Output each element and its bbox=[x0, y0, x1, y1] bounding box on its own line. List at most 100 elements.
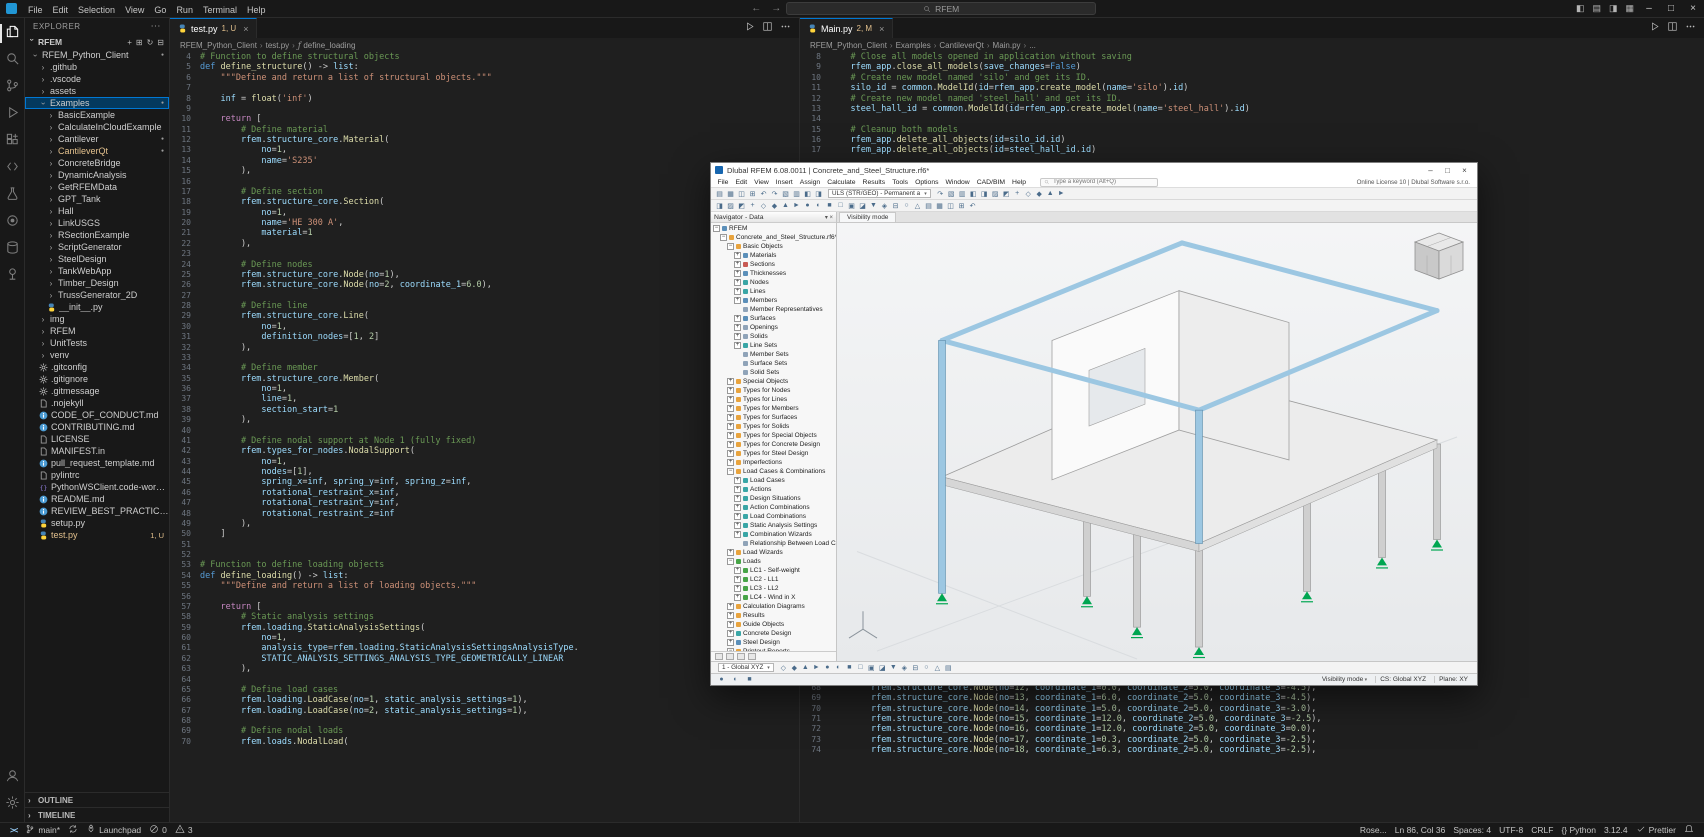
expand-icon[interactable]: + bbox=[727, 387, 734, 394]
zoom-all-icon[interactable]: ○ bbox=[921, 663, 932, 673]
customize-layout-icon[interactable] bbox=[1622, 3, 1639, 14]
rfem-keyword-search[interactable] bbox=[1040, 178, 1158, 187]
redo-icon[interactable]: ↷ bbox=[769, 189, 780, 199]
explorer-item-rfem-python-client[interactable]: RFEM_Python_Client● bbox=[25, 49, 169, 61]
ellipsis-icon[interactable] bbox=[780, 19, 791, 37]
snap-icon[interactable]: ◇ bbox=[778, 663, 789, 673]
rfem-search-input[interactable] bbox=[1051, 178, 1153, 186]
rfem-menu-view[interactable]: View bbox=[751, 179, 773, 186]
expand-icon[interactable]: + bbox=[727, 621, 734, 628]
solver-icon[interactable]: ◐ bbox=[730, 675, 741, 685]
expand-icon[interactable]: + bbox=[727, 441, 734, 448]
nav-item-combination-wizards[interactable]: +Combination Wizards bbox=[711, 530, 836, 539]
workspace-section-header[interactable]: RFEM bbox=[25, 35, 169, 49]
nav-item-types-for-lines[interactable]: +Types for Lines bbox=[711, 395, 836, 404]
program-settings-icon[interactable]: ► bbox=[1056, 189, 1067, 199]
new-material-icon[interactable]: ◈ bbox=[879, 201, 890, 211]
nav-item-surfaces[interactable]: +Surfaces bbox=[711, 314, 836, 323]
expand-icon[interactable]: + bbox=[734, 333, 741, 340]
grid-icon[interactable]: ◆ bbox=[789, 663, 800, 673]
nav-item-line-sets[interactable]: +Line Sets bbox=[711, 341, 836, 350]
expand-icon[interactable]: + bbox=[727, 405, 734, 412]
nav-item-loads[interactable]: −Loads bbox=[711, 557, 836, 566]
expand-icon[interactable]: + bbox=[727, 396, 734, 403]
measure-icon[interactable]: △ bbox=[912, 201, 923, 211]
breadcrumb-item[interactable]: RFEM_Python_Client bbox=[810, 41, 887, 50]
nav-item-nodes[interactable]: +Nodes bbox=[711, 278, 836, 287]
expand-icon[interactable]: + bbox=[727, 432, 734, 439]
explorer-item-test-py[interactable]: test.py1, U bbox=[25, 529, 169, 541]
status-sync[interactable] bbox=[64, 824, 82, 836]
explorer-item-scriptgenerator[interactable]: ScriptGenerator bbox=[25, 241, 169, 253]
explorer-item-pull-request-template-md[interactable]: pull_request_template.md bbox=[25, 457, 169, 469]
expand-icon[interactable]: + bbox=[727, 630, 734, 637]
user-coordinate-system-icon[interactable]: ▤ bbox=[923, 201, 934, 211]
data-navigator-icon[interactable]: ▧ bbox=[780, 189, 791, 199]
nav-item-basic-objects[interactable]: −Basic Objects bbox=[711, 242, 836, 251]
nav-item-lc4-wind-in-x[interactable]: +LC4 - Wind in X bbox=[711, 593, 836, 602]
work-plane-icon[interactable]: ▦ bbox=[934, 201, 945, 211]
display-properties-icon[interactable]: ◧ bbox=[802, 189, 813, 199]
navigation-cube[interactable] bbox=[1411, 231, 1467, 283]
activity-run-debug[interactable] bbox=[0, 101, 25, 128]
visibility-mode-tab[interactable]: Visibility mode bbox=[839, 212, 896, 222]
rfem-menu-options[interactable]: Options bbox=[912, 179, 942, 186]
design-situation-combo[interactable]: ULS (STR/GEO) - Permanent a bbox=[828, 189, 931, 198]
command-center-search[interactable]: RFEM bbox=[786, 2, 1096, 15]
expand-icon[interactable]: + bbox=[734, 477, 741, 484]
navigate-back-icon[interactable] bbox=[746, 3, 766, 14]
work-plane-xz-icon[interactable]: ■ bbox=[844, 663, 855, 673]
menu-terminal[interactable]: Terminal bbox=[198, 5, 242, 15]
explorer-item-venv[interactable]: venv bbox=[25, 349, 169, 361]
activity-account[interactable] bbox=[0, 764, 25, 791]
expand-icon[interactable]: + bbox=[734, 594, 741, 601]
expand-icon[interactable]: + bbox=[727, 414, 734, 421]
rfem-menu-cad-bim[interactable]: CAD/BIM bbox=[973, 179, 1008, 186]
rfem-menu-file[interactable]: File bbox=[714, 179, 732, 186]
new-surface-load-icon[interactable]: ▣ bbox=[846, 201, 857, 211]
breadcrumb-item[interactable]: Examples bbox=[896, 41, 931, 50]
explorer-item-trussgenerator-2d[interactable]: TrussGenerator_2D bbox=[25, 289, 169, 301]
object-snap-toggle-icon[interactable]: ● bbox=[822, 663, 833, 673]
activity-database[interactable] bbox=[0, 236, 25, 263]
expand-icon[interactable]: + bbox=[734, 486, 741, 493]
visibility-settings-icon[interactable]: ⊞ bbox=[956, 201, 967, 211]
menu-edit[interactable]: Edit bbox=[48, 5, 74, 15]
isometric-view-icon[interactable]: ▤ bbox=[943, 663, 954, 673]
nav-item-solids[interactable]: +Solids bbox=[711, 332, 836, 341]
status-utf-8[interactable]: UTF-8 bbox=[1495, 825, 1527, 835]
clipping-planes-icon[interactable]: ↶ bbox=[967, 201, 978, 211]
nav-item-surface-sets[interactable]: Surface Sets bbox=[711, 359, 836, 368]
data-navigator-tab[interactable] bbox=[715, 653, 723, 660]
activity-jupyter[interactable] bbox=[0, 209, 25, 236]
ortho-icon[interactable]: ▲ bbox=[800, 663, 811, 673]
explorer-item-license[interactable]: LICENSE bbox=[25, 433, 169, 445]
nav-item-types-for-steel-design[interactable]: +Types for Steel Design bbox=[711, 449, 836, 458]
expand-icon[interactable]: + bbox=[734, 522, 741, 529]
new-imperfection-icon[interactable]: ◪ bbox=[857, 201, 868, 211]
expand-icon[interactable]: + bbox=[734, 495, 741, 502]
printout-report-icon[interactable]: ◩ bbox=[1001, 189, 1012, 199]
navigator-header[interactable]: Navigator - Data bbox=[711, 212, 836, 223]
menu-help[interactable]: Help bbox=[242, 5, 271, 15]
expand-icon[interactable]: + bbox=[727, 459, 734, 466]
run-icon[interactable] bbox=[1649, 19, 1660, 37]
rfem-titlebar[interactable]: Dlubal RFEM 6.08.0011 | Concrete_and_Ste… bbox=[711, 163, 1477, 177]
explorer-item-contributing-md[interactable]: CONTRIBUTING.md bbox=[25, 421, 169, 433]
remote-indicator[interactable]: >< bbox=[6, 826, 21, 835]
status-0[interactable]: 0 bbox=[145, 824, 171, 836]
move-mode-icon[interactable]: ▣ bbox=[866, 663, 877, 673]
nav-item-concrete-and-steel-structure-rf6-[interactable]: −Concrete_and_Steel_Structure.rf6* bbox=[711, 233, 836, 242]
breadcrumb-item[interactable]: test.py bbox=[266, 41, 290, 50]
explorer-item-steeldesign[interactable]: SteelDesign bbox=[25, 253, 169, 265]
explorer-item--vscode[interactable]: .vscode bbox=[25, 73, 169, 85]
explorer-item-linkusgs[interactable]: LinkUSGS bbox=[25, 217, 169, 229]
explorer-item-pythonwsclient-code-workspace[interactable]: {}PythonWSClient.code-workspace bbox=[25, 481, 169, 493]
expand-icon[interactable]: + bbox=[734, 531, 741, 538]
explorer-item--init-py[interactable]: __init__.py bbox=[25, 301, 169, 313]
print-icon[interactable]: ⊞ bbox=[747, 189, 758, 199]
explorer-item-examples[interactable]: Examples● bbox=[25, 97, 169, 109]
explorer-item-hall[interactable]: Hall bbox=[25, 205, 169, 217]
nav-item-rfem[interactable]: −RFEM bbox=[711, 224, 836, 233]
explorer-item--gitmessage[interactable]: .gitmessage bbox=[25, 385, 169, 397]
